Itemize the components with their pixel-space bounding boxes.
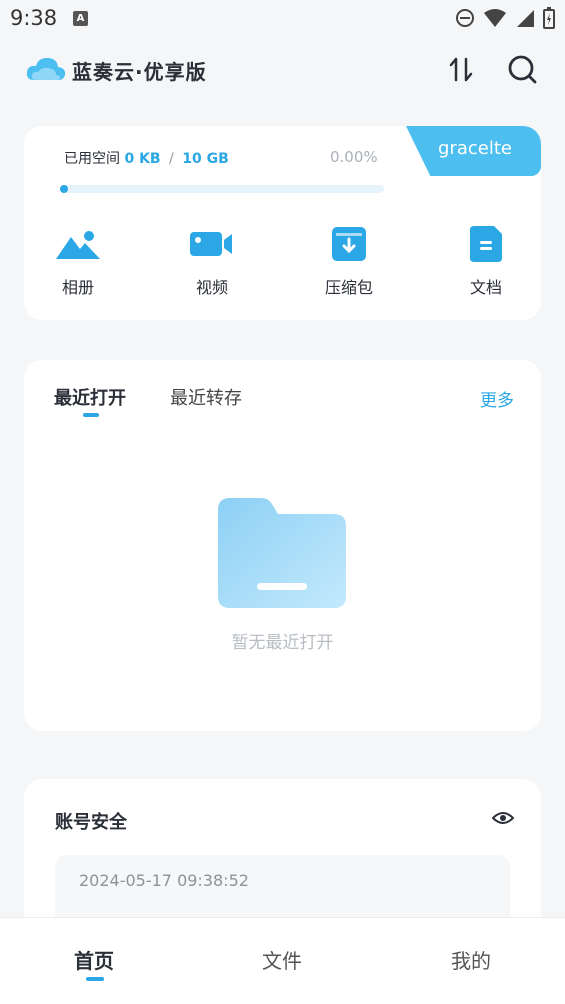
- photo-icon: [56, 231, 100, 259]
- category-label: 视频: [195, 278, 228, 297]
- eye-icon[interactable]: [492, 807, 514, 829]
- security-title: 账号安全: [55, 812, 127, 833]
- status-icons: [455, 7, 555, 29]
- category-archive[interactable]: 压缩包: [309, 226, 389, 298]
- storage-label: 已用空间: [64, 151, 120, 167]
- category-label: 文档: [469, 278, 502, 297]
- cloud-logo-icon: [26, 58, 66, 80]
- category-video[interactable]: 视频: [172, 226, 252, 298]
- video-icon: [190, 232, 232, 256]
- empty-folder-icon: [218, 498, 346, 608]
- storage-progress-fill: [60, 185, 68, 193]
- nav-mine[interactable]: 我的: [451, 945, 491, 974]
- storage-card: 已用空间 0 KB / 10 GB 0.00% gracelte 相册 视频 压…: [24, 126, 541, 320]
- bottom-nav: 首页 文件 我的: [0, 917, 565, 1004]
- archive-icon: [332, 227, 366, 261]
- battery-icon: [543, 7, 555, 29]
- sort-icon[interactable]: [446, 54, 478, 86]
- app-header: 蓝奏云·优享版: [0, 44, 565, 96]
- category-photo[interactable]: 相册: [38, 226, 118, 298]
- storage-total: 10 GB: [182, 151, 229, 167]
- nav-home[interactable]: 首页: [74, 945, 114, 974]
- recent-card: 最近打开 最近转存 更多 暂无最近打开: [24, 360, 541, 731]
- document-icon: [470, 226, 502, 262]
- category-document[interactable]: 文档: [446, 226, 526, 298]
- wifi-icon: [484, 9, 506, 27]
- notification-icon: A: [73, 11, 88, 26]
- username-badge[interactable]: gracelte: [406, 126, 541, 176]
- storage-used: 0 KB: [124, 151, 161, 167]
- nav-indicator: [86, 977, 104, 981]
- empty-state-text: 暂无最近打开: [231, 633, 334, 653]
- storage-separator: /: [169, 151, 174, 167]
- storage-percent: 0.00%: [330, 148, 378, 166]
- tab-recent-opened[interactable]: 最近打开: [54, 384, 126, 410]
- storage-progress-bar: [60, 185, 384, 193]
- tab-recent-saved[interactable]: 最近转存: [170, 384, 242, 410]
- nav-files[interactable]: 文件: [262, 945, 302, 974]
- search-icon[interactable]: [506, 54, 538, 86]
- signal-icon: [517, 10, 534, 27]
- storage-usage-text: 已用空间 0 KB / 10 GB: [64, 148, 229, 168]
- dnd-icon: [456, 9, 474, 27]
- login-time: 2024-05-17 09:38:52: [79, 871, 249, 890]
- tab-indicator: [83, 413, 99, 417]
- more-link[interactable]: 更多: [480, 386, 514, 411]
- category-label: 压缩包: [324, 278, 373, 297]
- app-title: 蓝奏云·优享版: [72, 60, 207, 84]
- category-label: 相册: [61, 278, 94, 297]
- status-bar: 9:38 A: [0, 0, 565, 38]
- status-time: 9:38: [10, 6, 58, 30]
